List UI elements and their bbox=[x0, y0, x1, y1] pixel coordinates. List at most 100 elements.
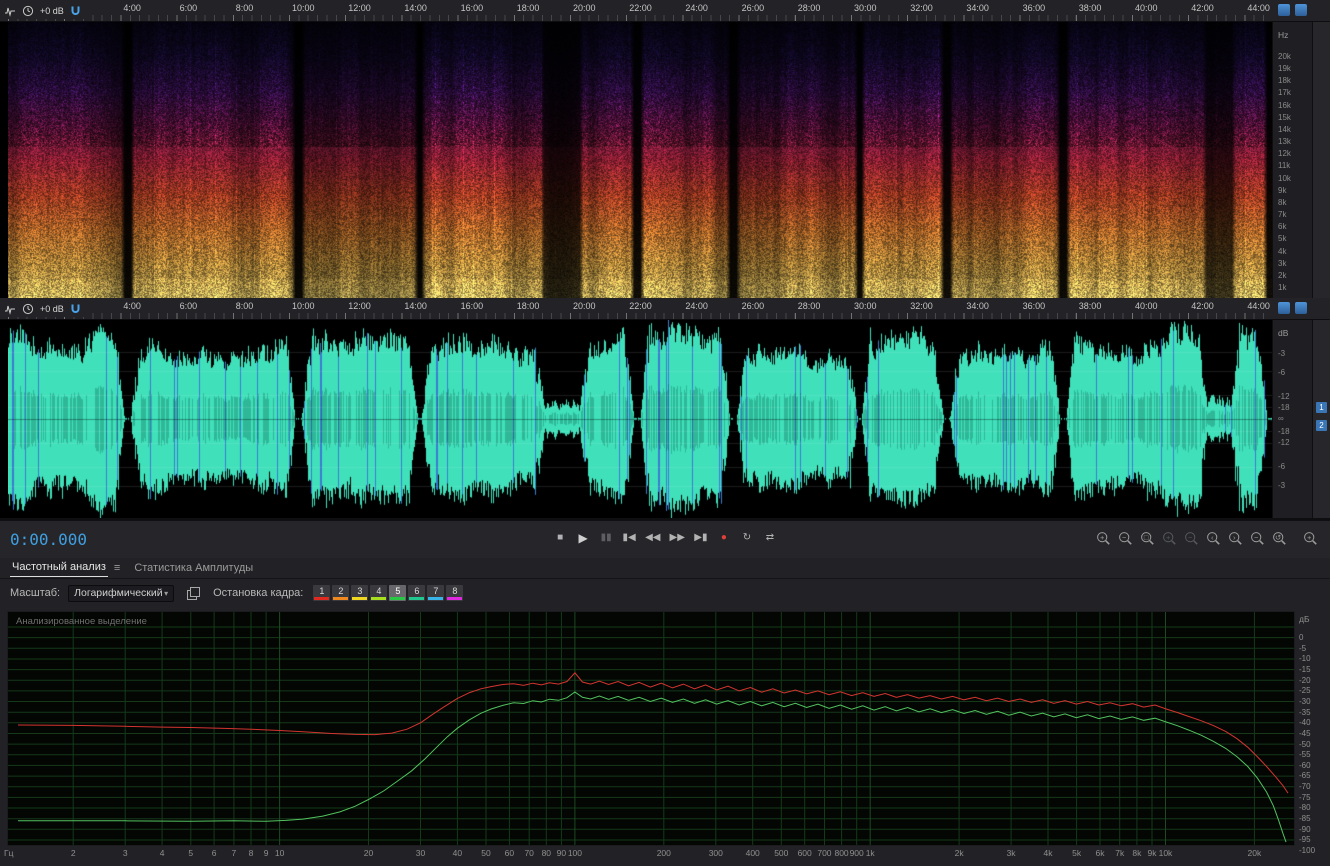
frequency-axis-unit: Гц bbox=[4, 848, 14, 858]
waveform-options-icon[interactable] bbox=[4, 303, 16, 315]
svg-text:↺: ↺ bbox=[1275, 533, 1282, 542]
svg-text:+: + bbox=[1166, 533, 1171, 542]
frequency-scale-label: 14k bbox=[1278, 124, 1291, 134]
spectrogram-left-pad bbox=[0, 22, 8, 298]
frame-hold-button-2[interactable]: 2 bbox=[332, 585, 350, 601]
tab-frequency-analysis[interactable]: Частотный анализ bbox=[10, 559, 108, 577]
fast-forward-button[interactable]: ▶▶ bbox=[670, 530, 685, 546]
waveform-db-scale[interactable]: dB -3 -3 -6 -6 -12 -12 -18 -18 ∞ bbox=[1272, 320, 1312, 518]
frame-hold-button-5[interactable]: 5 bbox=[389, 585, 407, 601]
db-tick-label: -10 bbox=[1299, 654, 1311, 664]
waveform-left-pad bbox=[0, 320, 8, 518]
ruler-time-label: 40:00 bbox=[1135, 3, 1158, 13]
zoom-to-selection-button[interactable]: □ bbox=[1140, 531, 1155, 546]
tab-amplitude-statistics[interactable]: Статистика Амплитуды bbox=[132, 560, 255, 577]
frequency-tick-label: 2k bbox=[954, 848, 964, 858]
ruler-time-label: 32:00 bbox=[910, 301, 933, 311]
record-button[interactable]: ● bbox=[717, 530, 731, 546]
db-scale-label: -12 bbox=[1278, 438, 1290, 448]
time-display[interactable]: 0:00.000 bbox=[10, 530, 87, 549]
play-button[interactable]: ▶ bbox=[576, 530, 590, 546]
stop-button[interactable]: ■ bbox=[553, 530, 567, 546]
frame-hold-button-6[interactable]: 6 bbox=[408, 585, 426, 601]
pause-button[interactable]: ▮▮ bbox=[599, 530, 613, 546]
ruler-time-label: 8:00 bbox=[235, 3, 254, 13]
waveform-time-ruler[interactable]: +0 dB 4:00 6:00 8:00 10:00 12:00 14:00 16:00 18… bbox=[0, 298, 1330, 320]
scale-select-value: Логарифмический bbox=[74, 587, 163, 599]
rewind-button[interactable]: ◀◀ bbox=[645, 530, 660, 546]
frame-hold-button-4[interactable]: 4 bbox=[370, 585, 388, 601]
frequency-tick-label: 7k bbox=[1115, 848, 1125, 858]
db-tick-label: -5 bbox=[1299, 643, 1307, 653]
frame-hold-button-8[interactable]: 8 bbox=[446, 585, 464, 601]
channel-badge-1[interactable]: 1 bbox=[1316, 402, 1327, 413]
snap-magnet-icon[interactable] bbox=[70, 303, 81, 314]
ruler-time-label: 20:00 bbox=[573, 301, 596, 311]
clock-icon[interactable] bbox=[22, 5, 34, 17]
ruler-time-label: 36:00 bbox=[1022, 301, 1046, 311]
frequency-tick-label: 800 bbox=[834, 848, 849, 858]
go-to-end-button[interactable]: ▶▮ bbox=[694, 530, 708, 546]
frequency-tick-label: 6 bbox=[211, 848, 217, 858]
chevron-down-icon: ▾ bbox=[164, 588, 169, 598]
panel-gear-icon[interactable] bbox=[1295, 302, 1307, 314]
frequency-scale-label: 7k bbox=[1278, 210, 1287, 220]
zoom-out-button[interactable]: − bbox=[1118, 531, 1133, 546]
frequency-tick-label: 50 bbox=[481, 848, 491, 858]
frequency-tick-label: 4 bbox=[159, 848, 165, 858]
zoom-in-left-edge-button[interactable]: ‹ bbox=[1206, 531, 1221, 546]
ruler-time-label: 22:00 bbox=[629, 3, 652, 13]
frequency-tick-label: 3 bbox=[122, 848, 128, 858]
db-offset-badge[interactable]: +0 dB bbox=[40, 304, 64, 314]
db-offset-badge[interactable]: +0 dB bbox=[40, 6, 64, 16]
db-tick-label: -40 bbox=[1299, 718, 1311, 728]
panel-tab-icon[interactable] bbox=[1278, 4, 1290, 16]
svg-text:‹: ‹ bbox=[1211, 533, 1214, 542]
frequency-scale-label: 11k bbox=[1278, 161, 1291, 171]
spectrogram-frequency-scale[interactable]: Hz 20k 19k 18k 17k 16k 15k 14k 13k 12k 11k 10k 9k 8k… bbox=[1272, 22, 1312, 298]
spectrogram-display[interactable] bbox=[8, 22, 1272, 298]
frame-hold-button-7[interactable]: 7 bbox=[427, 585, 445, 601]
waveform-options-icon[interactable] bbox=[4, 5, 16, 17]
zoom-out-full-button[interactable]: − bbox=[1250, 531, 1265, 546]
waveform-display[interactable] bbox=[8, 320, 1272, 518]
scale-select[interactable]: Логарифмический ▾ bbox=[68, 584, 175, 602]
reset-zoom-button[interactable]: ↺ bbox=[1272, 531, 1287, 546]
frequency-graph[interactable]: Анализированное выделение bbox=[7, 611, 1295, 846]
ruler-time-label: 34:00 bbox=[966, 3, 989, 13]
ruler-time-label: 14:00 bbox=[404, 301, 427, 311]
db-tick-label: -30 bbox=[1299, 696, 1311, 706]
frequency-scale-label: 18k bbox=[1278, 76, 1291, 86]
ruler-time-label: 8:00 bbox=[235, 301, 254, 311]
snap-magnet-icon[interactable] bbox=[70, 5, 81, 16]
transport-controls: ■ ▶ ▮▮ ▮◀ ◀◀ ▶▶ ▶▮ ● ↻ ⇄ bbox=[553, 530, 777, 546]
spectrogram-time-ruler[interactable]: +0 dB 4:00 6:00 8:00 10:00 12:00 14:00 16:00 18… bbox=[0, 0, 1330, 22]
go-to-start-button[interactable]: ▮◀ bbox=[622, 530, 636, 546]
zoom-in-point-button[interactable]: + bbox=[1162, 531, 1177, 546]
skip-selection-button[interactable]: ⇄ bbox=[763, 530, 777, 546]
zoom-in-right-edge-button[interactable]: › bbox=[1228, 531, 1243, 546]
frequency-tick-label: 500 bbox=[774, 848, 789, 858]
frame-hold-button-3[interactable]: 3 bbox=[351, 585, 369, 601]
db-tick-label: -70 bbox=[1299, 782, 1311, 792]
ruler-time-label: 30:00 bbox=[854, 301, 877, 311]
panel-tab-icon[interactable] bbox=[1278, 302, 1290, 314]
db-tick-label: -85 bbox=[1299, 814, 1311, 824]
zoom-out-point-button[interactable]: − bbox=[1184, 531, 1199, 546]
copy-graph-icon[interactable] bbox=[187, 586, 201, 600]
ruler-time-label: 4:00 bbox=[123, 301, 141, 311]
clock-icon[interactable] bbox=[22, 303, 34, 315]
db-tick-label: 0 bbox=[1299, 633, 1304, 642]
ruler-time-label: 18:00 bbox=[516, 3, 540, 13]
ruler-time-label: 12:00 bbox=[348, 301, 371, 311]
zoom-in-button[interactable]: + bbox=[1096, 531, 1111, 546]
svg-text:−: − bbox=[1188, 533, 1193, 542]
panel-gear-icon[interactable] bbox=[1295, 4, 1307, 16]
zoom-settings-button[interactable]: + bbox=[1303, 531, 1318, 546]
frame-hold-button-1[interactable]: 1 bbox=[313, 585, 331, 601]
ruler-time-label: 28:00 bbox=[797, 301, 821, 311]
loop-playback-button[interactable]: ↻ bbox=[740, 530, 754, 546]
panel-menu-icon[interactable]: ≡ bbox=[114, 562, 120, 574]
channel-badge-2[interactable]: 2 bbox=[1316, 420, 1327, 431]
frequency-scale-label: 3k bbox=[1278, 258, 1287, 268]
